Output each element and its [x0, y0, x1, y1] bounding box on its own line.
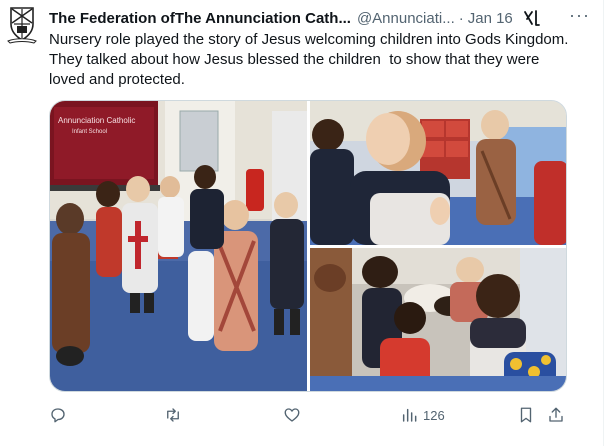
reply-icon — [51, 408, 65, 423]
author-handle[interactable]: @Annunciati... — [357, 10, 455, 27]
tweet-media-grid: Annunciation Catholic Infant School — [49, 100, 567, 392]
tweet[interactable]: The Federation ofThe Annunciation Cath..… — [0, 0, 604, 446]
share-icon — [549, 407, 563, 422]
tweet-text-line: Nursery role played the story of Jesus w… — [49, 31, 569, 48]
tweet-text-line: They talked about how Jesus blessed the … — [49, 51, 540, 68]
heart-icon — [284, 408, 300, 422]
media-photo-3[interactable] — [310, 248, 566, 391]
separator-dot: · — [458, 9, 464, 27]
views-button[interactable]: 126 — [401, 407, 445, 423]
author-name[interactable]: The Federation ofThe Annunciation Cath..… — [49, 10, 351, 27]
views-icon — [402, 408, 417, 422]
tweet-text-line: loved and protected. — [49, 71, 185, 88]
media-photo-1[interactable]: Annunciation Catholic Infant School — [50, 101, 307, 391]
share-button[interactable] — [547, 406, 565, 424]
reply-button[interactable] — [49, 406, 67, 424]
tweet-actions: 126 — [49, 402, 571, 428]
tweet-text: Nursery role played the story of Jesus w… — [49, 30, 579, 90]
school-crest-icon — [7, 7, 37, 44]
tweet-date[interactable]: Jan 16 — [468, 10, 513, 27]
bookmark-button[interactable] — [517, 406, 535, 424]
avatar[interactable] — [4, 4, 40, 44]
board-subtitle: Infant School — [72, 129, 107, 135]
more-options-icon[interactable]: ··· — [569, 6, 590, 30]
media-photo-2[interactable] — [310, 101, 566, 245]
like-button[interactable] — [283, 406, 301, 424]
grok-icon[interactable] — [523, 9, 541, 27]
tweet-header: The Federation ofThe Annunciation Cath..… — [49, 6, 590, 30]
bookmark-icon — [520, 407, 532, 423]
retweet-icon — [167, 408, 179, 422]
board-title: Annunciation Catholic — [58, 116, 135, 125]
views-count: 126 — [423, 407, 445, 423]
retweet-button[interactable] — [163, 406, 183, 424]
